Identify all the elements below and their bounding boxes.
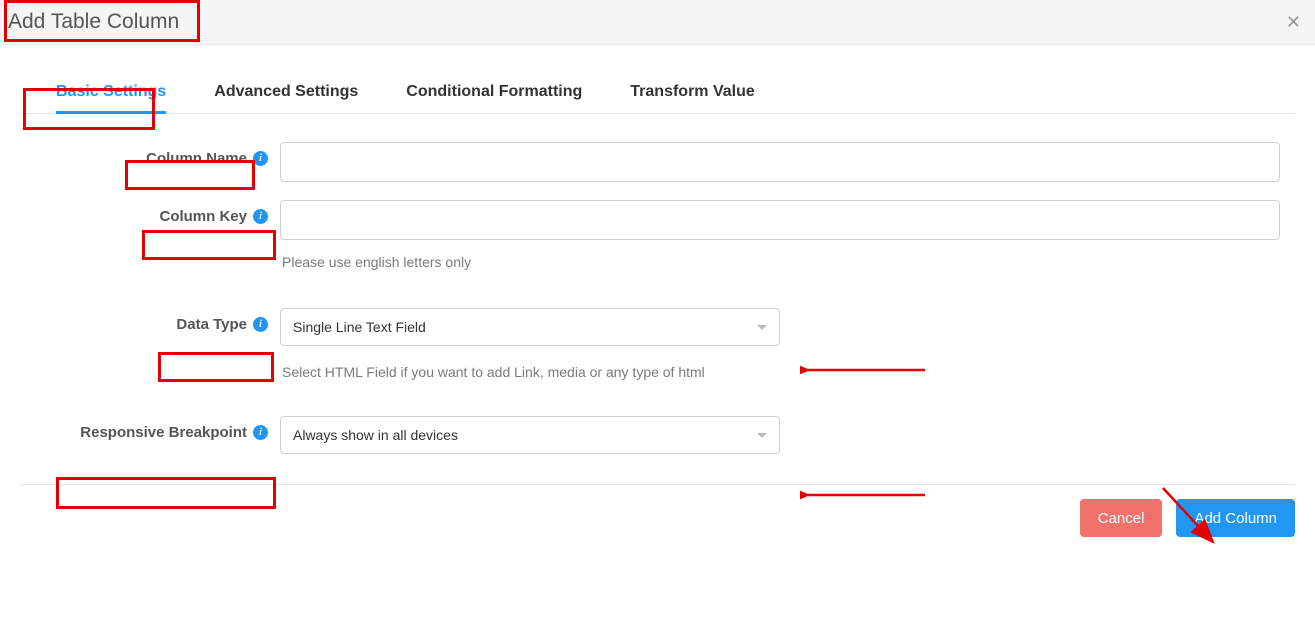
label-column-name: Column Name i xyxy=(20,142,280,167)
close-icon[interactable]: ✕ xyxy=(1286,12,1301,33)
chevron-down-icon xyxy=(757,433,767,438)
info-icon[interactable]: i xyxy=(253,151,268,166)
label-column-key: Column Key i xyxy=(20,200,280,225)
tab-basic-settings[interactable]: Basic Settings xyxy=(56,83,166,114)
data-type-selected: Single Line Text Field xyxy=(293,319,426,335)
column-key-help: Please use english letters only xyxy=(280,254,1280,270)
column-key-input[interactable] xyxy=(280,200,1280,240)
info-icon[interactable]: i xyxy=(253,425,268,440)
tab-advanced-settings[interactable]: Advanced Settings xyxy=(214,83,358,114)
modal-footer: Cancel Add Column xyxy=(20,484,1295,537)
breakpoint-select[interactable]: Always show in all devices xyxy=(280,416,780,454)
row-column-key: Column Key i Please use english letters … xyxy=(20,200,1295,270)
chevron-down-icon xyxy=(757,325,767,330)
modal-header: Add Table Column ✕ xyxy=(0,0,1315,45)
info-icon[interactable]: i xyxy=(253,209,268,224)
add-column-button[interactable]: Add Column xyxy=(1176,499,1295,537)
label-data-type-text: Data Type xyxy=(176,316,247,333)
form-area: Column Name i Column Key i Please use en… xyxy=(0,114,1315,464)
tab-transform-value[interactable]: Transform Value xyxy=(630,83,755,114)
cancel-button[interactable]: Cancel xyxy=(1080,499,1163,537)
label-column-name-text: Column Name xyxy=(146,150,247,167)
breakpoint-selected: Always show in all devices xyxy=(293,427,458,443)
label-breakpoint: Responsive Breakpoint i xyxy=(20,416,280,441)
label-breakpoint-text: Responsive Breakpoint xyxy=(80,424,247,441)
column-name-input[interactable] xyxy=(280,142,1280,182)
modal-title: Add Table Column xyxy=(8,10,179,34)
data-type-select[interactable]: Single Line Text Field xyxy=(280,308,780,346)
label-column-key-text: Column Key xyxy=(159,208,247,225)
row-data-type: Data Type i Single Line Text Field Selec… xyxy=(20,308,1295,380)
data-type-help: Select HTML Field if you want to add Lin… xyxy=(280,364,1280,380)
info-icon[interactable]: i xyxy=(253,317,268,332)
tabs: Basic Settings Advanced Settings Conditi… xyxy=(20,45,1295,114)
label-data-type: Data Type i xyxy=(20,308,280,333)
tab-conditional-formatting[interactable]: Conditional Formatting xyxy=(406,83,582,114)
row-breakpoint: Responsive Breakpoint i Always show in a… xyxy=(20,416,1295,454)
row-column-name: Column Name i xyxy=(20,142,1295,182)
